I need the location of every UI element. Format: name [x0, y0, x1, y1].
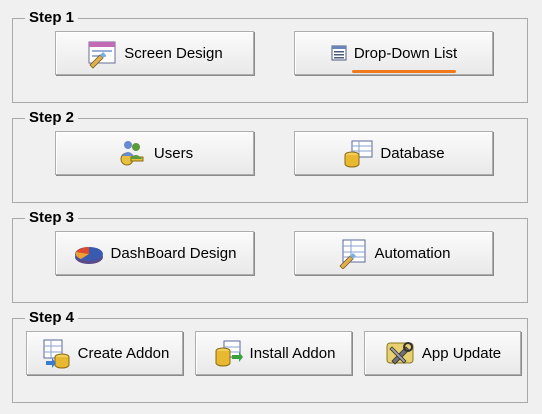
app-update-icon: [384, 337, 416, 369]
drop-down-list-label: Drop-Down List: [353, 44, 458, 62]
database-button[interactable]: Database: [294, 131, 493, 175]
dashboard-design-button[interactable]: DashBoard Design: [55, 231, 254, 275]
automation-icon: [337, 237, 369, 269]
install-addon-button[interactable]: Install Addon: [195, 331, 352, 375]
database-icon: [342, 137, 374, 169]
create-addon-icon: [40, 337, 72, 369]
drop-down-list-icon: [330, 37, 348, 69]
install-addon-label: Install Addon: [249, 344, 336, 362]
pie-chart-icon: [73, 237, 105, 269]
app-update-label: App Update: [421, 344, 502, 362]
create-addon-button[interactable]: Create Addon: [26, 331, 183, 375]
drop-down-list-button[interactable]: Drop-Down List: [294, 31, 493, 75]
screen-design-icon: [86, 37, 118, 69]
app-update-button[interactable]: App Update: [364, 331, 521, 375]
selection-underline: [352, 70, 456, 73]
users-keys-icon: [116, 137, 148, 169]
users-label: Users: [153, 144, 194, 162]
screen-design-label: Screen Design: [124, 44, 223, 62]
database-label: Database: [380, 144, 445, 162]
step-3-title: Step 3: [25, 209, 79, 227]
dashboard-design-label: DashBoard Design: [110, 244, 237, 262]
create-addon-label: Create Addon: [77, 344, 170, 362]
install-addon-icon: [212, 337, 244, 369]
screen-design-button[interactable]: Screen Design: [55, 31, 254, 75]
step-2-title: Step 2: [25, 109, 79, 127]
step-4-title: Step 4: [25, 309, 79, 327]
step-1-title: Step 1: [25, 9, 79, 27]
automation-label: Automation: [374, 244, 451, 262]
automation-button[interactable]: Automation: [294, 231, 493, 275]
users-button[interactable]: Users: [55, 131, 254, 175]
